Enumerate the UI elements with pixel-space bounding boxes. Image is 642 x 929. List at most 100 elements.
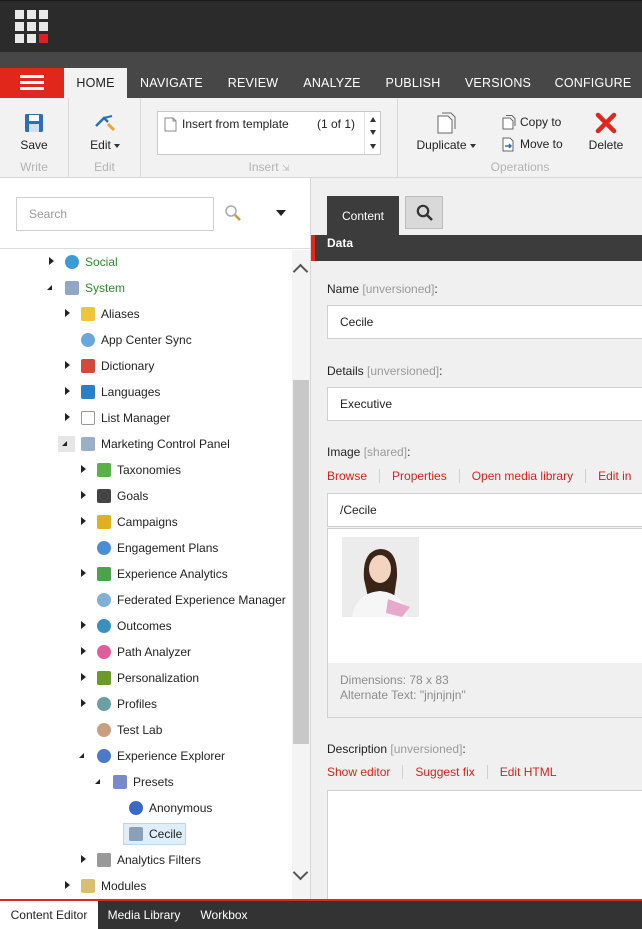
suggest-fix-link[interactable]: Suggest fix [415, 765, 488, 779]
tree-item-dictionary[interactable]: Dictionary [0, 355, 292, 377]
tree-item-experience-analytics[interactable]: Experience Analytics [0, 563, 292, 585]
expand-arrow-icon[interactable] [65, 413, 70, 421]
operations-group: Duplicate Copy to Move to Delete Operati… [398, 98, 642, 178]
insert-list-scroll[interactable] [364, 112, 380, 154]
tree-item-taxonomies[interactable]: Taxonomies [0, 459, 292, 481]
tree-scrollbar[interactable] [292, 250, 310, 899]
ribbon: Save Write Edit Edit Insert ⇲ Insert fro… [0, 98, 642, 178]
name-field[interactable]: Cecile [327, 305, 642, 339]
edit-image-link[interactable]: Edit in [598, 469, 642, 483]
expand-arrow-icon[interactable] [49, 257, 54, 265]
tree-item-system[interactable]: System [0, 277, 292, 299]
launchpad-logo-icon[interactable] [15, 10, 48, 43]
chevron-down-icon [469, 143, 476, 148]
expand-corner-icon[interactable]: ⇲ [282, 163, 290, 173]
delete-button[interactable]: Delete [584, 112, 628, 152]
image-preview[interactable]: Dimensions: 78 x 83 Alternate Text: "jnj… [327, 528, 642, 718]
expand-arrow-icon[interactable] [81, 621, 86, 629]
expand-arrow-icon[interactable] [65, 387, 70, 395]
tree-item-app-center-sync[interactable]: App Center Sync [0, 329, 292, 351]
tree-item-languages[interactable]: Languages [0, 381, 292, 403]
tree-item-test-lab[interactable]: Test Lab [0, 719, 292, 741]
tab-configure[interactable]: CONFIGURE [544, 68, 642, 98]
search-tab[interactable] [405, 196, 443, 229]
tree-item-personalization[interactable]: Personalization [0, 667, 292, 689]
tree-item-anonymous[interactable]: Anonymous [0, 797, 292, 819]
insert-from-template-item[interactable]: Insert from template [182, 117, 289, 131]
collapse-arrow-icon[interactable] [95, 779, 100, 784]
expand-list-icon[interactable] [370, 144, 376, 149]
tree-item-analytics-filters[interactable]: Analytics Filters [0, 849, 292, 871]
move-to-button[interactable]: Move to [502, 137, 563, 152]
image-path-field[interactable]: /Cecile [327, 493, 642, 527]
expand-arrow-icon[interactable] [65, 309, 70, 317]
expand-arrow-icon[interactable] [81, 465, 86, 473]
tree-item-presets[interactable]: Presets [0, 771, 292, 793]
chevron-down-icon[interactable] [292, 864, 309, 881]
template-icon [164, 117, 177, 132]
collapse-arrow-icon[interactable] [79, 753, 84, 758]
hamburger-menu-button[interactable] [0, 68, 64, 98]
tab-review[interactable]: REVIEW [216, 68, 290, 98]
tab-publish[interactable]: PUBLISH [374, 68, 452, 98]
tree-item-engagement-plans[interactable]: Engagement Plans [0, 537, 292, 559]
tree-item-federated-experience-manager[interactable]: Federated Experience Manager [0, 589, 292, 611]
scroll-up-icon[interactable] [370, 117, 376, 122]
expand-arrow-icon[interactable] [81, 647, 86, 655]
tree-item-campaigns[interactable]: Campaigns [0, 511, 292, 533]
duplicate-button[interactable]: Duplicate [414, 112, 478, 152]
chevron-up-icon[interactable] [292, 263, 309, 280]
search-options-dropdown-icon[interactable] [276, 210, 286, 216]
scrollbar-thumb[interactable] [293, 380, 309, 744]
collapse-arrow-icon[interactable] [47, 285, 52, 290]
tab-navigate[interactable]: NAVIGATE [127, 68, 216, 98]
tab-versions[interactable]: VERSIONS [452, 68, 544, 98]
expand-arrow-icon[interactable] [65, 361, 70, 369]
edit-html-link[interactable]: Edit HTML [500, 765, 569, 779]
tree-item-marketing-control-panel[interactable]: Marketing Control Panel [0, 433, 292, 455]
tab-media-library[interactable]: Media Library [98, 901, 190, 929]
expand-arrow-icon[interactable] [81, 517, 86, 525]
image-meta: Dimensions: 78 x 83 Alternate Text: "jnj… [328, 663, 642, 717]
edit-button[interactable]: Edit [81, 112, 129, 152]
search-icon[interactable] [224, 204, 242, 222]
expand-arrow-icon[interactable] [81, 673, 86, 681]
expand-arrow-icon[interactable] [81, 491, 86, 499]
tree-item-goals[interactable]: Goals [0, 485, 292, 507]
properties-link[interactable]: Properties [392, 469, 460, 483]
expand-arrow-icon[interactable] [81, 699, 86, 707]
tab-content-editor[interactable]: Content Editor [0, 901, 98, 929]
insert-options-list[interactable]: Insert from template (1 of 1) [157, 111, 381, 155]
expand-arrow-icon[interactable] [81, 569, 86, 577]
books-icon [97, 463, 111, 477]
tree-item-social[interactable]: Social [0, 251, 292, 273]
tree-item-profiles[interactable]: Profiles [0, 693, 292, 715]
chevron-down-icon [113, 143, 120, 148]
tree-item-aliases[interactable]: Aliases [0, 303, 292, 325]
presets-people-icon [113, 775, 127, 789]
tab-analyze[interactable]: ANALYZE [290, 68, 374, 98]
browse-link[interactable]: Browse [327, 469, 381, 483]
tab-workbox[interactable]: Workbox [190, 901, 258, 929]
section-header-data[interactable]: Data [311, 235, 642, 261]
expand-arrow-icon[interactable] [81, 855, 86, 863]
expand-arrow-icon[interactable] [65, 881, 70, 889]
collapse-arrow-icon[interactable] [62, 441, 67, 446]
save-button[interactable]: Save [14, 112, 54, 152]
tree-item-list-manager[interactable]: List Manager [0, 407, 292, 429]
search-input[interactable]: Search [16, 197, 214, 231]
copy-to-button[interactable]: Copy to [502, 115, 561, 130]
tree-item-experience-explorer[interactable]: Experience Explorer [0, 745, 292, 767]
tab-home[interactable]: HOME [64, 68, 127, 98]
tree-item-outcomes[interactable]: Outcomes [0, 615, 292, 637]
details-field[interactable]: Executive [327, 387, 642, 421]
open-media-library-link[interactable]: Open media library [472, 469, 587, 483]
show-editor-link[interactable]: Show editor [327, 765, 404, 779]
tree-item-path-analyzer[interactable]: Path Analyzer [0, 641, 292, 663]
tab-content[interactable]: Content [327, 196, 399, 235]
scroll-down-icon[interactable] [370, 130, 376, 135]
description-field[interactable] [327, 790, 642, 899]
tree-item-modules[interactable]: Modules [0, 875, 292, 897]
image-thumbnail[interactable] [342, 537, 419, 617]
tree-item-cecile[interactable]: Cecile [0, 823, 292, 845]
